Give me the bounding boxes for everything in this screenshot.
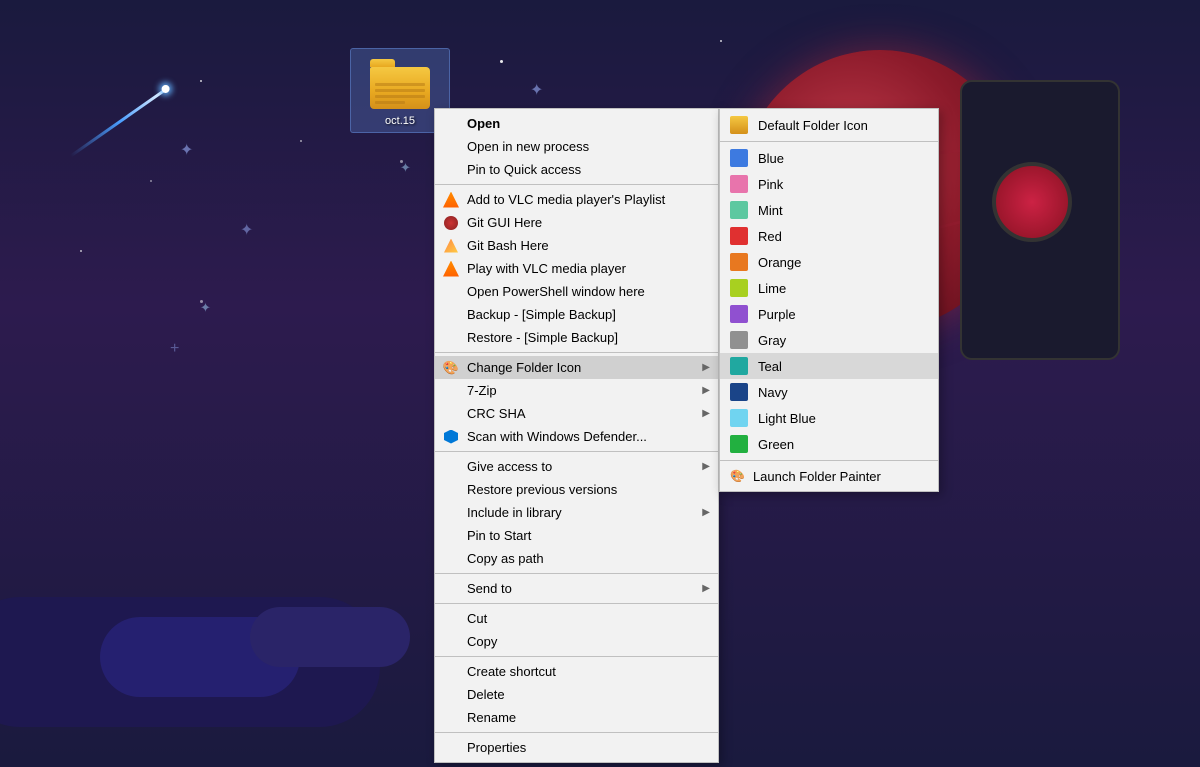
defender-icon [441,427,461,447]
menu-item-copy[interactable]: Copy [435,630,718,653]
vlc-playlist-icon [441,190,461,210]
mint-swatch [730,201,748,219]
menu-separator-1 [435,184,718,185]
menu-item-properties[interactable]: Properties [435,736,718,759]
lime-swatch [730,279,748,297]
menu-item-backup[interactable]: Backup - [Simple Backup] [435,303,718,326]
menu-separator-6 [435,656,718,657]
send-to-submenu-arrow: ▶ [702,583,710,594]
folder-line-3 [375,95,425,98]
menu-item-crc-sha[interactable]: CRC SHA ▶ [435,402,718,425]
color-item-gray[interactable]: Gray [720,327,938,353]
menu-item-vlc-playlist[interactable]: Add to VLC media player's Playlist [435,188,718,211]
color-item-default[interactable]: Default Folder Icon [720,112,938,138]
menu-item-send-to[interactable]: Send to ▶ [435,577,718,600]
give-access-submenu-arrow: ▶ [702,461,710,472]
color-separator-1 [720,141,938,142]
folder-line-1 [375,83,425,86]
light-blue-swatch [730,409,748,427]
include-library-submenu-arrow: ▶ [702,507,710,518]
menu-item-pin-quick-access[interactable]: Pin to Quick access [435,158,718,181]
sparkle-4: ✦ [180,140,193,160]
folder-body [370,67,430,109]
menu-separator-5 [435,603,718,604]
color-item-light-blue[interactable]: Light Blue [720,405,938,431]
menu-item-git-bash[interactable]: Git Bash Here [435,234,718,257]
menu-item-give-access[interactable]: Give access to ▶ [435,455,718,478]
git-bash-icon [441,236,461,256]
pink-swatch [730,175,748,193]
color-item-green[interactable]: Green [720,431,938,457]
teal-swatch [730,357,748,375]
folder-line-2 [375,89,425,92]
default-folder-swatch [730,116,748,134]
color-item-red[interactable]: Red [720,223,938,249]
menu-item-git-gui[interactable]: Git GUI Here [435,211,718,234]
color-item-orange[interactable]: Orange [720,249,938,275]
color-item-launch-painter[interactable]: 🎨 Launch Folder Painter [720,464,938,488]
blue-swatch [730,149,748,167]
menu-item-scan-defender[interactable]: Scan with Windows Defender... [435,425,718,448]
sparkle-2: ✦ [240,220,253,240]
vlc-play-icon [441,259,461,279]
menu-item-open[interactable]: Open [435,112,718,135]
menu-item-cut[interactable]: Cut [435,607,718,630]
folder-tab [370,59,395,67]
change-folder-submenu-arrow: ▶ [702,362,710,373]
menu-item-play-vlc[interactable]: Play with VLC media player [435,257,718,280]
color-item-navy[interactable]: Navy [720,379,938,405]
menu-item-pin-start[interactable]: Pin to Start [435,524,718,547]
color-item-teal[interactable]: Teal [720,353,938,379]
menu-item-7zip[interactable]: 7-Zip ▶ [435,379,718,402]
camera-lens [992,162,1072,242]
folder-painter-icon: 🎨 [441,358,461,378]
navy-swatch [730,383,748,401]
color-separator-2 [720,460,938,461]
folder-line-4 [375,101,405,104]
color-item-purple[interactable]: Purple [720,301,938,327]
7zip-submenu-arrow: ▶ [702,385,710,396]
menu-item-include-library[interactable]: Include in library ▶ [435,501,718,524]
menu-separator-3 [435,451,718,452]
cloud-mid [250,607,410,667]
color-submenu: Default Folder Icon Blue Pink Mint Red O… [719,108,939,492]
menu-separator-7 [435,732,718,733]
color-item-mint[interactable]: Mint [720,197,938,223]
folder-lines [375,83,425,107]
crc-sha-submenu-arrow: ▶ [702,408,710,419]
menu-separator-4 [435,573,718,574]
camera-device [960,80,1120,360]
folder-label: oct.15 [356,115,444,127]
menu-item-powershell[interactable]: Open PowerShell window here [435,280,718,303]
launch-painter-icon: 🎨 [730,469,745,483]
menu-separator-2 [435,352,718,353]
purple-swatch [730,305,748,323]
menu-item-create-shortcut[interactable]: Create shortcut [435,660,718,683]
color-item-lime[interactable]: Lime [720,275,938,301]
gray-swatch [730,331,748,349]
menu-item-rename[interactable]: Rename [435,706,718,729]
menu-item-change-folder-icon[interactable]: 🎨 Change Folder Icon ▶ [435,356,718,379]
menu-item-restore[interactable]: Restore - [Simple Backup] [435,326,718,349]
color-item-blue[interactable]: Blue [720,145,938,171]
color-item-pink[interactable]: Pink [720,171,938,197]
green-swatch [730,435,748,453]
menu-item-copy-path[interactable]: Copy as path [435,547,718,570]
folder-image [370,54,430,109]
menu-item-delete[interactable]: Delete [435,683,718,706]
orange-swatch [730,253,748,271]
menu-item-restore-versions[interactable]: Restore previous versions [435,478,718,501]
sparkle-3: + [170,340,179,358]
context-menu: Open Open in new process Pin to Quick ac… [434,108,719,763]
menu-item-open-new-process[interactable]: Open in new process [435,135,718,158]
red-swatch [730,227,748,245]
desktop: ✦ ✦ ✦ ✦ + ✦ oct.15 [0,0,1200,767]
sparkle-1: ✦ [530,80,543,100]
git-gui-icon [441,213,461,233]
